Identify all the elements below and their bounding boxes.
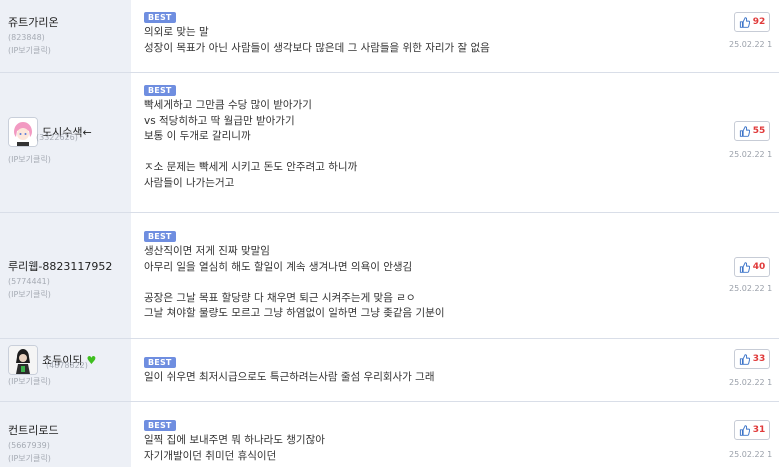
author-name[interactable]: 쥬트가리온 bbox=[8, 14, 59, 30]
comment-line: 일찍 집에 보내주면 뭐 하나라도 챙기잖아 bbox=[144, 434, 325, 446]
ip-view-link[interactable]: (IP보기클릭) bbox=[8, 289, 131, 300]
comment-row: 도시수색← (3322626) (IP보기클릭) BEST 빡세게하고 그만큼 … bbox=[0, 73, 779, 213]
comment-meta: 55 25.02.22 1 bbox=[729, 73, 779, 212]
author-uid: (823848) bbox=[8, 33, 45, 42]
ip-view-link[interactable]: (IP보기클릭) bbox=[8, 453, 131, 464]
comment-row: 컨트리로드 (5667939) (IP보기클릭) BEST 일찍 집에 보내주면… bbox=[0, 402, 779, 467]
comment-line: 성장이 목표가 아닌 사람들이 생각보다 많은데 그 사람들을 위한 자리가 잘… bbox=[144, 41, 490, 54]
author-uid: (5774441) bbox=[8, 277, 50, 286]
avatar[interactable] bbox=[8, 345, 38, 375]
best-badge: BEST bbox=[144, 85, 176, 96]
comment-line: 공장은 그날 목표 할당량 다 채우면 퇴근 시켜주는게 맞음 ㄹㅇ bbox=[144, 291, 416, 304]
thumbs-up-icon bbox=[739, 125, 750, 137]
comment-text: 생산직이면 저게 진짜 맞말임 아무리 일을 열심히 해도 할일이 계속 생겨나… bbox=[144, 244, 731, 322]
comment-row: 쥬트가리온 (823848) (IP보기클릭) BEST 의외로 맞는 말 성장… bbox=[0, 0, 779, 73]
comment-author-panel: 도시수색← (3322626) (IP보기클릭) bbox=[0, 73, 131, 212]
like-count: 33 bbox=[752, 354, 766, 364]
comment-date: 25.02.22 1 bbox=[729, 40, 773, 49]
comment-meta: 33 25.02.22 1 bbox=[729, 339, 779, 401]
comment-line: 보통 이 두개로 갈리니까 bbox=[144, 130, 251, 142]
comment-text: 의외로 맞는 말 성장이 목표가 아닌 사람들이 생각보다 많은데 그 사람들을… bbox=[144, 25, 731, 56]
author-name[interactable]: 컨트리로드 bbox=[8, 422, 59, 438]
comment-line bbox=[144, 275, 731, 291]
comment-content: BEST 빡세게하고 그만큼 수당 많이 받아가기 vs 적당히하고 딱 월급만… bbox=[144, 73, 731, 191]
comment-line: 의외로 맞는 말 bbox=[144, 26, 209, 38]
anime-avatar-icon bbox=[9, 118, 37, 146]
thumbs-up-icon bbox=[739, 424, 750, 436]
comment-content: BEST 의외로 맞는 말 성장이 목표가 아닌 사람들이 생각보다 많은데 그… bbox=[144, 0, 731, 56]
comment-line: vs 적당히하고 딱 월급만 받아가기 bbox=[144, 114, 295, 127]
best-badge: BEST bbox=[144, 12, 176, 23]
comment-date: 25.02.22 1 bbox=[729, 378, 773, 387]
comment-line: 일이 쉬우면 최저시급으로도 특근하려는사람 줄섬 우리회사가 그래 bbox=[144, 371, 435, 383]
comment-author-panel: 쵸듀이되 ♥ (4878822) (IP보기클릭) bbox=[0, 339, 131, 401]
comment-text: 일이 쉬우면 최저시급으로도 특근하려는사람 줄섬 우리회사가 그래 bbox=[144, 370, 731, 386]
comment-text: 빡세게하고 그만큼 수당 많이 받아가기 vs 적당히하고 딱 월급만 받아가기… bbox=[144, 98, 731, 191]
best-badge: BEST bbox=[144, 231, 176, 242]
ip-view-link[interactable]: (IP보기클릭) bbox=[8, 154, 131, 165]
like-button[interactable]: 40 bbox=[734, 257, 770, 277]
ip-view-link[interactable]: (IP보기클릭) bbox=[8, 376, 131, 387]
author-uid: (5667939) bbox=[8, 441, 50, 450]
like-button[interactable]: 33 bbox=[734, 349, 770, 369]
comment-line: 사람들이 나가는거고 bbox=[144, 176, 235, 189]
comment-line: ㅈ소 문제는 빡세게 시키고 돈도 안주려고 하니까 bbox=[144, 161, 358, 173]
comment-meta: 31 25.02.22 1 bbox=[729, 402, 779, 467]
avatar[interactable] bbox=[8, 117, 38, 147]
comment-date: 25.02.22 1 bbox=[729, 284, 773, 293]
ip-view-link[interactable]: (IP보기클릭) bbox=[8, 45, 131, 56]
comment-content: BEST 일찍 집에 보내주면 뭐 하나라도 챙기잖아 자기개발이던 취미던 휴… bbox=[144, 402, 731, 464]
comment-line bbox=[144, 145, 731, 161]
thumbs-up-icon bbox=[739, 261, 750, 273]
best-badge: BEST bbox=[144, 420, 176, 431]
green-heart-icon: ♥ bbox=[86, 353, 97, 367]
comment-author-panel: 컨트리로드 (5667939) (IP보기클릭) bbox=[0, 402, 131, 467]
comment-line: 그날 쳐야할 물량도 모르고 그냥 하염없이 일하면 그냥 좆같음 기분이 bbox=[144, 307, 445, 319]
comment-meta: 92 25.02.22 1 bbox=[729, 0, 779, 72]
comment-meta: 40 25.02.22 1 bbox=[729, 213, 779, 338]
like-button[interactable]: 31 bbox=[734, 420, 770, 440]
comment-date: 25.02.22 1 bbox=[729, 450, 773, 459]
comment-row: 루리웹-8823117952 (5774441) (IP보기클릭) BEST 생… bbox=[0, 213, 779, 339]
comment-author-panel: 루리웹-8823117952 (5774441) (IP보기클릭) bbox=[0, 213, 131, 338]
like-count: 55 bbox=[752, 126, 766, 136]
comment-text: 일찍 집에 보내주면 뭐 하나라도 챙기잖아 자기개발이던 취미던 휴식이던 bbox=[144, 433, 731, 464]
like-button[interactable]: 92 bbox=[734, 12, 770, 32]
dark-character-avatar-icon bbox=[9, 346, 37, 374]
like-count: 31 bbox=[752, 425, 766, 435]
comment-date: 25.02.22 1 bbox=[729, 150, 773, 159]
comment-author-panel: 쥬트가리온 (823848) (IP보기클릭) bbox=[0, 0, 131, 72]
comment-content: BEST 생산직이면 저게 진짜 맞말임 아무리 일을 열심히 해도 할일이 계… bbox=[144, 213, 731, 322]
comment-line: 생산직이면 저게 진짜 맞말임 bbox=[144, 245, 270, 257]
comment-content: BEST 일이 쉬우면 최저시급으로도 특근하려는사람 줄섬 우리회사가 그래 bbox=[144, 339, 731, 386]
comment-row: 쵸듀이되 ♥ (4878822) (IP보기클릭) BEST 일이 쉬우면 최저… bbox=[0, 339, 779, 402]
like-count: 92 bbox=[752, 17, 766, 27]
thumbs-up-icon bbox=[739, 353, 750, 365]
like-button[interactable]: 55 bbox=[734, 121, 770, 141]
thumbs-up-icon bbox=[739, 16, 750, 28]
comment-line: 아무리 일을 열심히 해도 할일이 계속 생겨나면 의욕이 안생김 bbox=[144, 260, 413, 273]
like-count: 40 bbox=[752, 262, 766, 272]
author-name[interactable]: 루리웹-8823117952 bbox=[8, 258, 112, 274]
best-badge: BEST bbox=[144, 357, 176, 368]
comment-line: 자기개발이던 취미던 휴식이던 bbox=[144, 449, 277, 462]
comment-line: 빡세게하고 그만큼 수당 많이 받아가기 bbox=[144, 99, 312, 111]
